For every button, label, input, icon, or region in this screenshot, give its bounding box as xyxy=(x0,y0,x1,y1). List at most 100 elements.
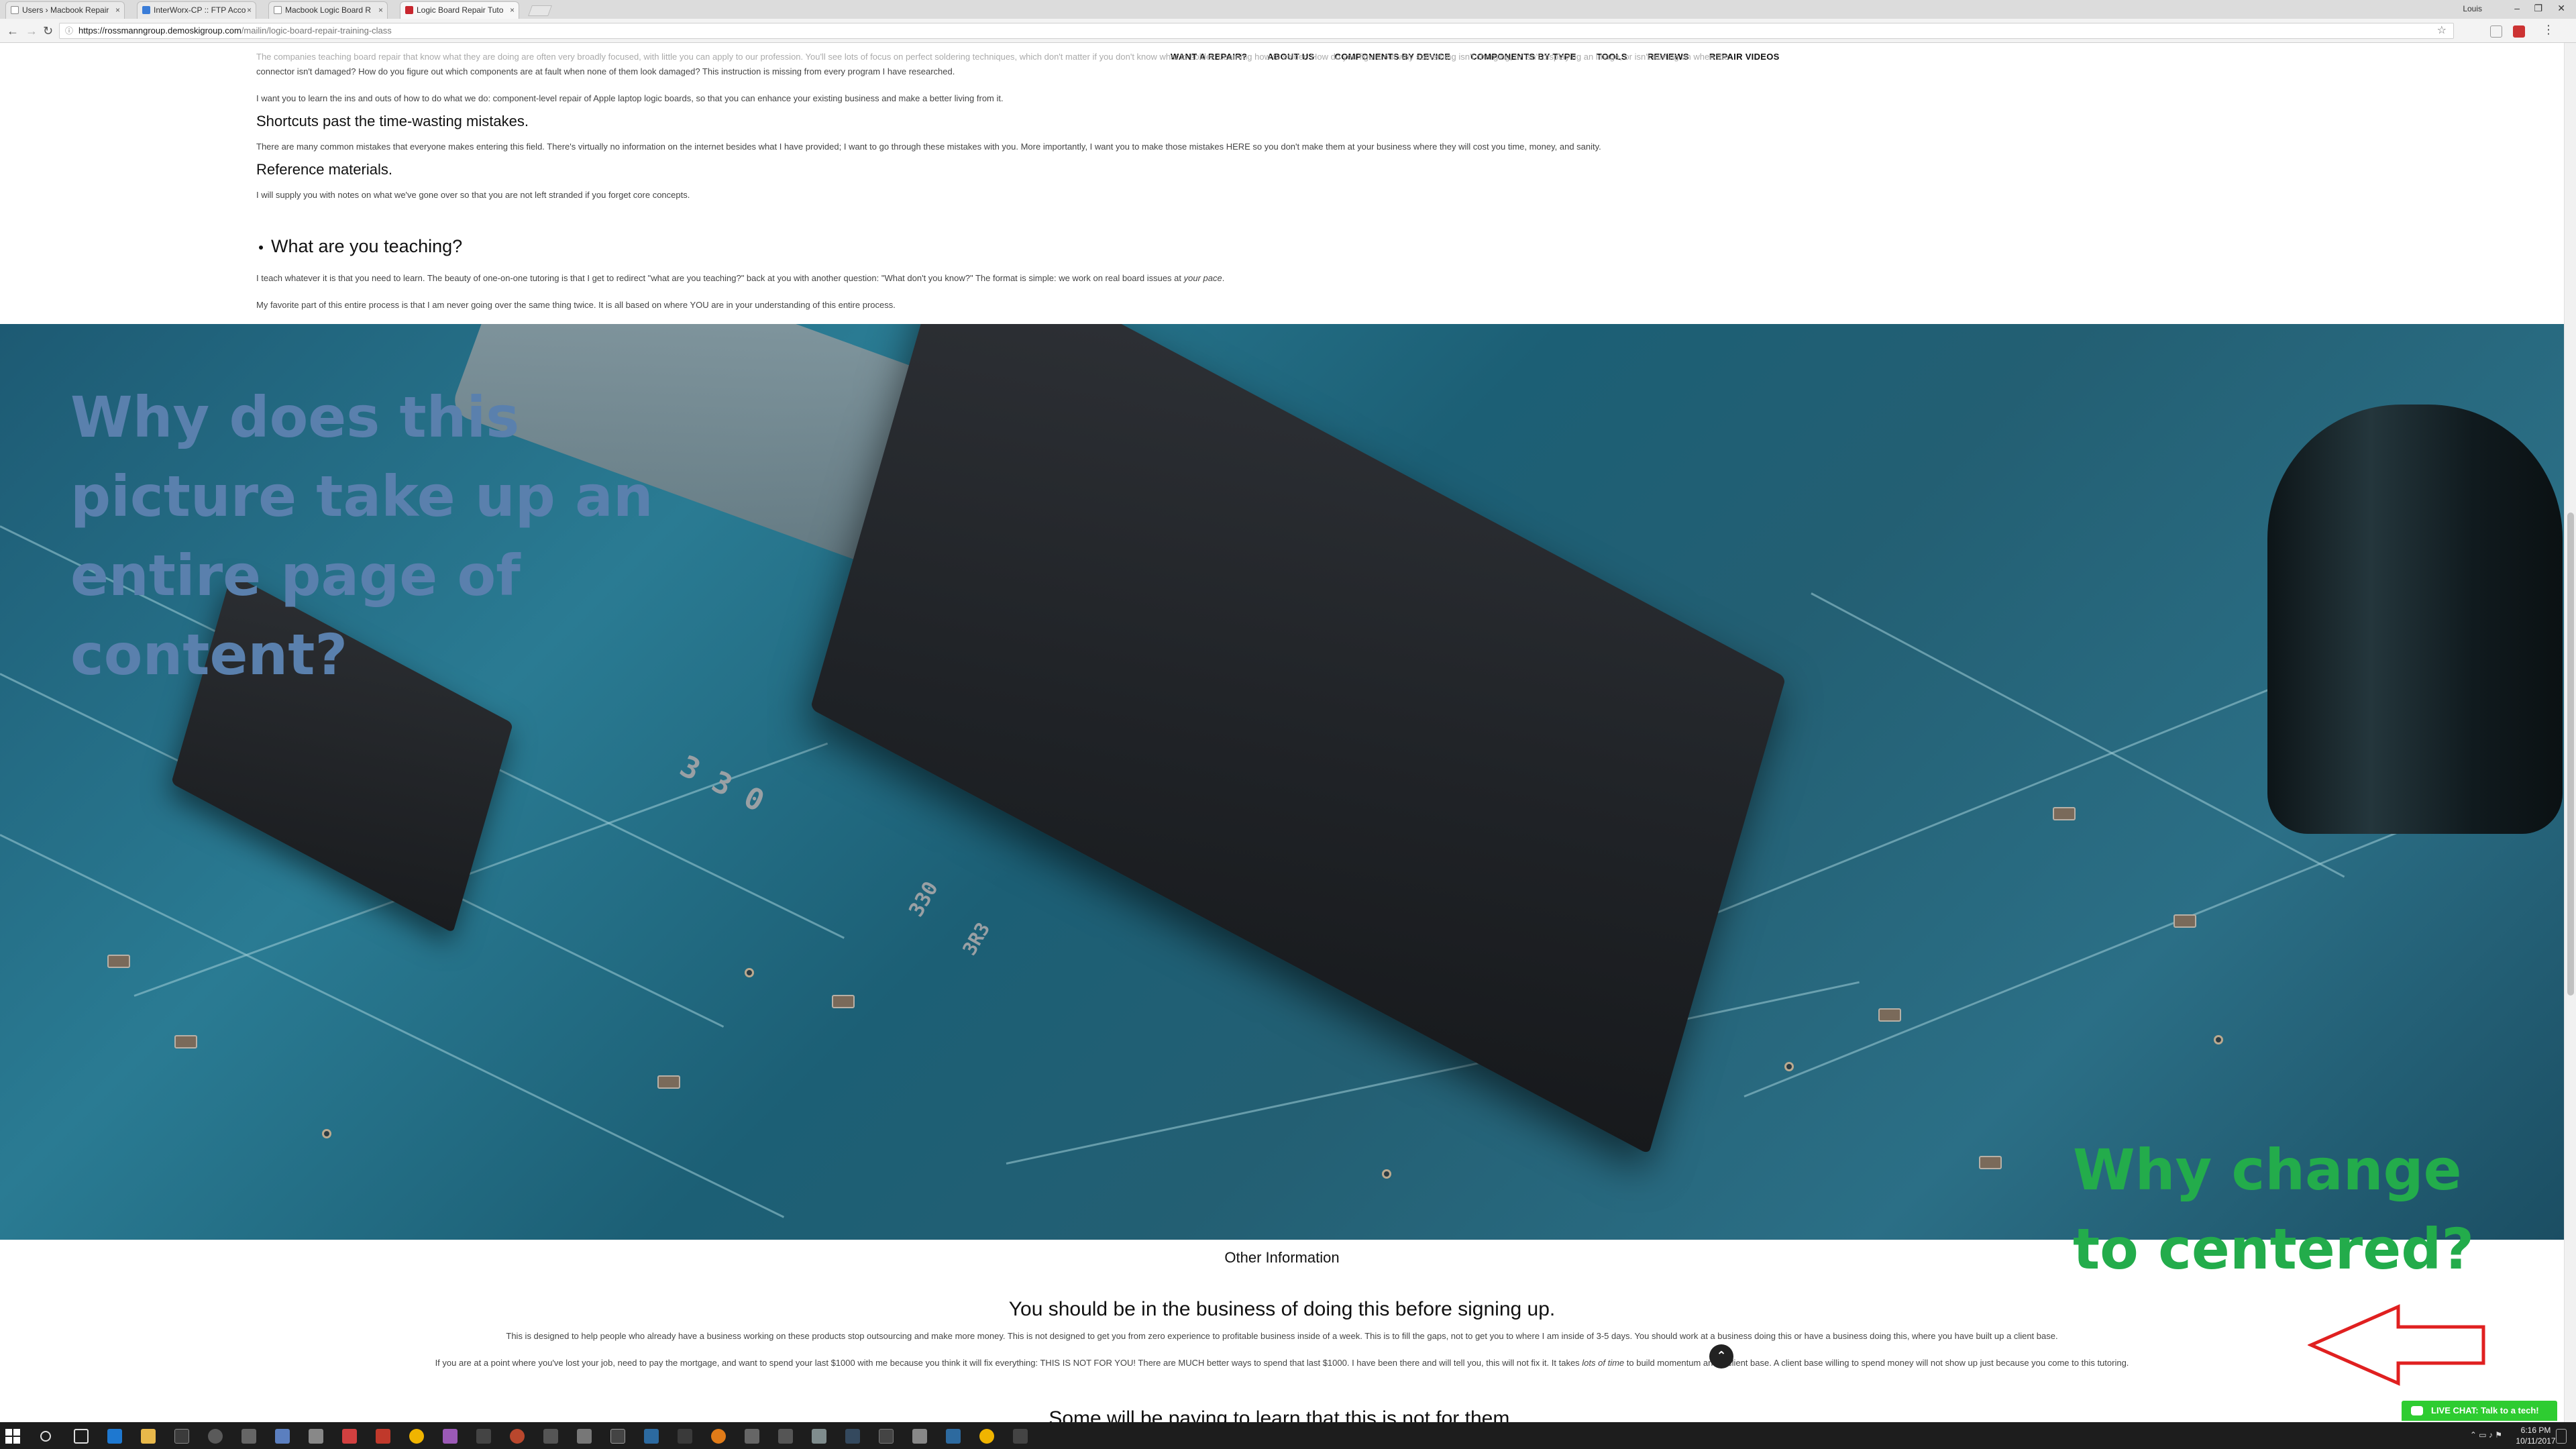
heading-reference: Reference materials. xyxy=(256,161,392,178)
paragraph: I will supply you with notes on what we'… xyxy=(256,190,690,200)
heading-next: Some will be paying to learn that this i… xyxy=(1049,1407,1515,1422)
app-icon[interactable] xyxy=(510,1429,525,1444)
app-icon[interactable] xyxy=(745,1429,759,1444)
extension-icon[interactable] xyxy=(2490,25,2502,38)
scroll-to-top-button[interactable]: ⌃ xyxy=(1709,1344,1733,1368)
browser-tab-active[interactable]: Logic Board Repair Tuto × xyxy=(400,1,519,19)
system-clock[interactable]: 6:16 PM 10/11/2017 xyxy=(2509,1425,2563,1446)
scrollbar-thumb[interactable] xyxy=(2567,513,2574,996)
app-icon[interactable] xyxy=(610,1429,625,1444)
live-chat-label: LIVE CHAT: Talk to a tech! xyxy=(2431,1405,2539,1415)
smd-pad xyxy=(832,995,855,1008)
file-explorer-icon[interactable] xyxy=(141,1429,156,1444)
app-icon[interactable] xyxy=(678,1429,692,1444)
faded-paragraph: The companies teaching board repair that… xyxy=(256,52,1729,62)
page-scrollbar[interactable] xyxy=(2564,43,2576,1422)
close-tab-icon[interactable]: × xyxy=(247,2,252,18)
app-icon[interactable] xyxy=(577,1429,592,1444)
search-icon[interactable] xyxy=(40,1431,51,1442)
browser-tab-strip: Users › Macbook Repair × InterWorx-CP ::… xyxy=(0,0,2576,19)
paragraph: I teach whatever it is that you need to … xyxy=(256,272,1224,284)
pcb-trace xyxy=(1811,592,2345,878)
pcb-via xyxy=(745,968,754,977)
browser-tab[interactable]: InterWorx-CP :: FTP Acco × xyxy=(137,1,256,19)
app-icon[interactable] xyxy=(946,1429,961,1444)
browser-tab[interactable]: Users › Macbook Repair × xyxy=(5,1,125,19)
menu-icon[interactable]: ⋮ xyxy=(2542,23,2555,37)
url-path: /mailin/logic-board-repair-training-clas… xyxy=(241,25,392,36)
profile-name[interactable]: Louis xyxy=(2463,4,2482,13)
tab-label: Users › Macbook Repair xyxy=(22,5,109,15)
paragraph: There are many common mistakes that ever… xyxy=(256,142,1601,152)
pcb-via xyxy=(1382,1169,1391,1179)
tab-label: Logic Board Repair Tuto xyxy=(417,5,504,15)
chrome-icon[interactable] xyxy=(979,1429,994,1444)
app-icon[interactable] xyxy=(778,1429,793,1444)
app-icon[interactable] xyxy=(443,1429,458,1444)
notification-icon[interactable] xyxy=(2556,1429,2567,1444)
bookmark-star-icon[interactable]: ☆ xyxy=(2437,23,2447,38)
smd-pad xyxy=(174,1035,197,1049)
tab-label: Macbook Logic Board R xyxy=(285,5,372,15)
extension-icon[interactable] xyxy=(2513,25,2525,38)
heading-business: You should be in the business of doing t… xyxy=(1008,1298,1556,1320)
smd-pad xyxy=(657,1075,680,1089)
app-icon[interactable] xyxy=(644,1429,659,1444)
mail-icon[interactable] xyxy=(342,1429,357,1444)
ic-chip-large xyxy=(810,324,1786,1155)
text: I teach whatever it is that you need to … xyxy=(256,273,1184,283)
paragraph: My favorite part of this entire process … xyxy=(256,300,896,310)
clock-date: 10/11/2017 xyxy=(2516,1436,2556,1446)
bullet-icon xyxy=(259,245,263,250)
app-icon[interactable] xyxy=(543,1429,558,1444)
browser-tab[interactable]: Macbook Logic Board R × xyxy=(268,1,388,19)
close-tab-icon[interactable]: × xyxy=(115,2,120,18)
close-tab-icon[interactable]: × xyxy=(378,2,383,18)
smd-pad xyxy=(2053,807,2076,820)
app-icon[interactable] xyxy=(879,1429,894,1444)
minimize-icon[interactable]: – xyxy=(2514,3,2520,13)
app-icon[interactable] xyxy=(812,1429,826,1444)
address-bar[interactable]: ⓘ https://rossmanngroup.demoskigroup.com… xyxy=(59,23,2454,39)
back-icon[interactable]: ← xyxy=(7,24,19,38)
forward-icon[interactable]: → xyxy=(25,24,38,38)
app-icon[interactable] xyxy=(711,1429,726,1444)
windows-taskbar: ⌃ ▭ ♪ ⚑ 6:16 PM 10/11/2017 xyxy=(0,1422,2576,1449)
emphasis: lots of time xyxy=(1582,1358,1625,1368)
pcb-via xyxy=(2214,1035,2223,1044)
app-icon[interactable] xyxy=(241,1429,256,1444)
heading-shortcuts: Shortcuts past the time-wasting mistakes… xyxy=(256,113,529,129)
settings-icon[interactable] xyxy=(309,1429,323,1444)
app-icon[interactable] xyxy=(1013,1429,1028,1444)
close-tab-icon[interactable]: × xyxy=(510,2,515,18)
gear-icon[interactable] xyxy=(476,1429,491,1444)
app-icon[interactable] xyxy=(275,1429,290,1444)
heading-text: What are you teaching? xyxy=(271,236,463,256)
emphasis: your pace xyxy=(1183,273,1222,283)
live-chat-button[interactable]: LIVE CHAT: Talk to a tech! xyxy=(2402,1401,2557,1421)
steam-icon[interactable] xyxy=(174,1429,189,1444)
paragraph: I want you to learn the ins and outs of … xyxy=(256,93,1004,103)
new-tab-button[interactable] xyxy=(528,5,552,16)
paragraph: connector isn't damaged? How do you figu… xyxy=(256,66,955,76)
interworx-icon xyxy=(142,6,150,14)
restore-icon[interactable]: ❐ xyxy=(2534,3,2542,14)
edge-icon[interactable] xyxy=(107,1429,122,1444)
windows-start-icon[interactable] xyxy=(5,1429,20,1444)
reload-icon[interactable]: ↻ xyxy=(43,24,53,38)
close-window-icon[interactable]: ✕ xyxy=(2557,3,2565,14)
arrow-left-icon xyxy=(2308,1304,2485,1386)
app-icon[interactable] xyxy=(845,1429,860,1444)
chrome-icon[interactable] xyxy=(409,1429,424,1444)
text: If you are at a point where you've lost … xyxy=(435,1358,1582,1368)
system-tray-icons[interactable]: ⌃ ▭ ♪ ⚑ xyxy=(2470,1430,2502,1440)
smd-pad xyxy=(107,955,130,968)
pcb-trace xyxy=(1743,794,2491,1097)
task-view-icon[interactable] xyxy=(74,1429,89,1444)
red-arrow-annotation xyxy=(2308,1304,2485,1386)
page-icon xyxy=(11,6,19,14)
text: . xyxy=(1222,273,1225,283)
app-icon[interactable] xyxy=(376,1429,390,1444)
app-icon[interactable] xyxy=(208,1429,223,1444)
app-icon[interactable] xyxy=(912,1429,927,1444)
